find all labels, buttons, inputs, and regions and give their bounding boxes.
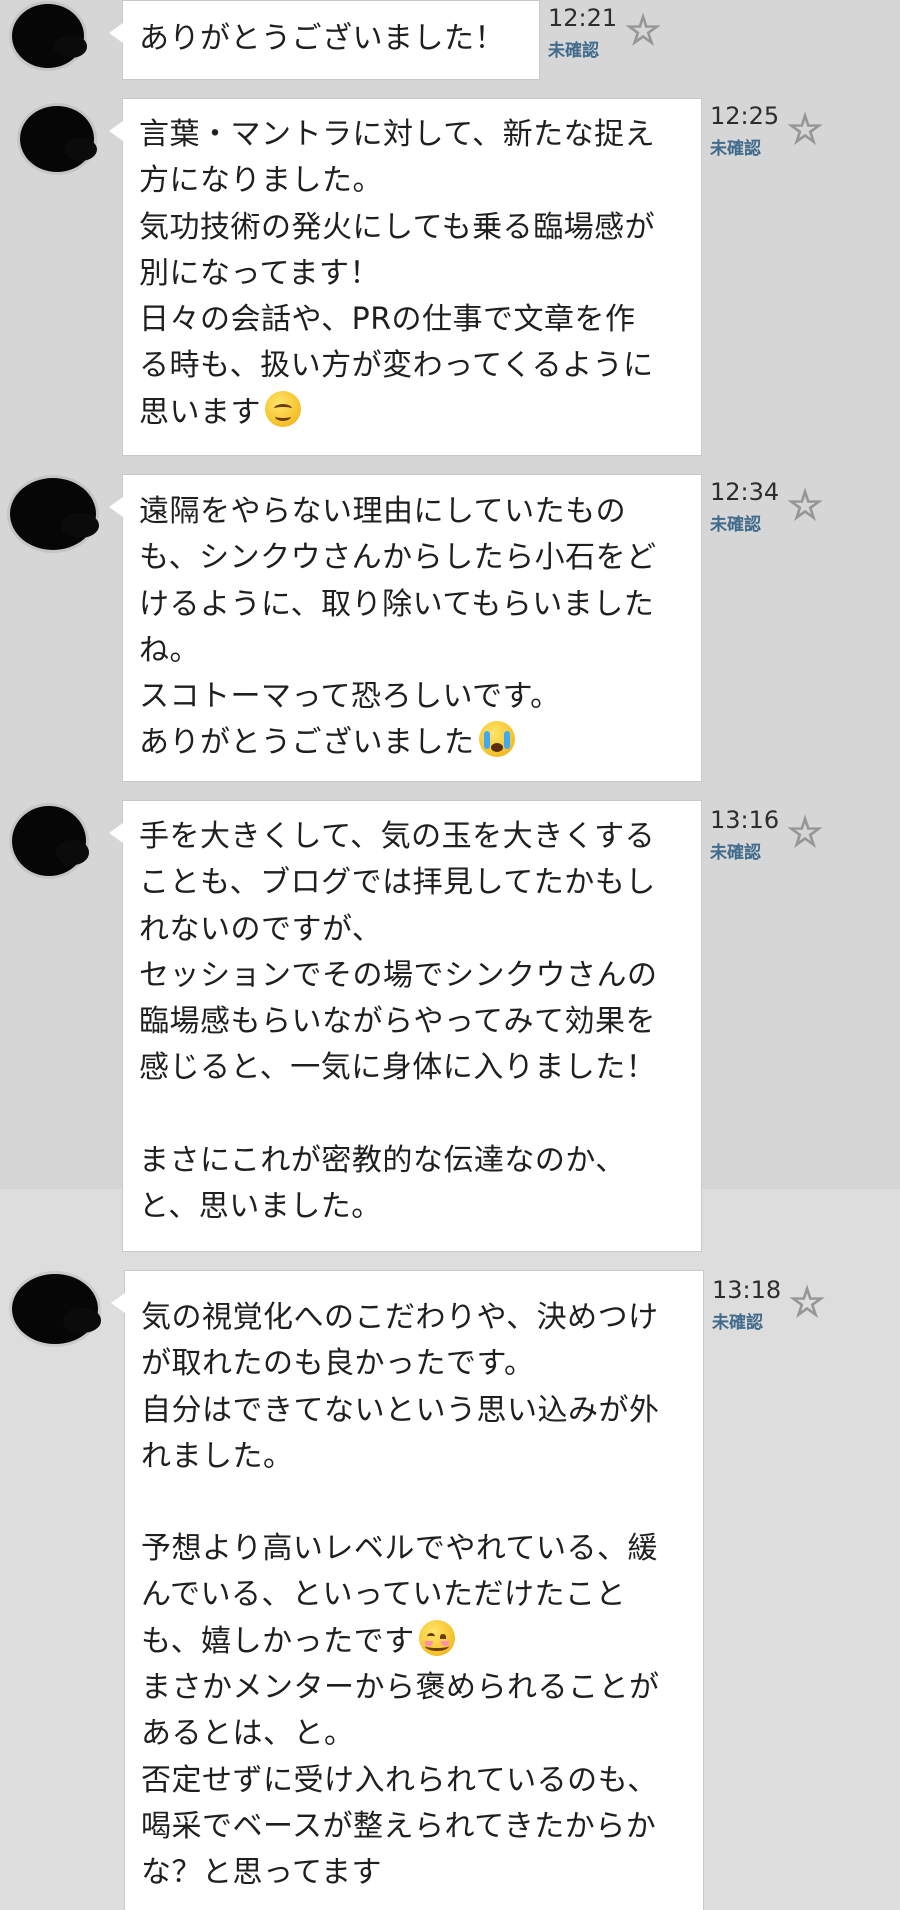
message-2: 言葉・マントラに対して、新たな捉え 方になりました。 気功技術の発火にしても乗る… bbox=[0, 98, 900, 456]
avatar[interactable] bbox=[12, 4, 87, 68]
message-line: も、嬉しかったです bbox=[141, 1619, 687, 1665]
message-time: 12:25 bbox=[710, 102, 780, 130]
message-line: 思います bbox=[139, 390, 685, 436]
message-5: 気の視覚化へのこだわりや、決めつけ が取れたのも良かったです。 自分はできてない… bbox=[0, 1270, 900, 1910]
avatar[interactable] bbox=[12, 1274, 102, 1344]
message-time: 13:16 bbox=[710, 806, 780, 834]
message-line: 喝采でベースが整えられてきたからか bbox=[141, 1808, 657, 1844]
message-line: れました。 bbox=[141, 1438, 294, 1474]
message-line: 手を大きくして、気の玉を大きくする bbox=[139, 819, 656, 854]
message-line: けるように、取り除いてもらいました bbox=[139, 586, 655, 622]
message-line: セッションでその場でシンクウさんの bbox=[139, 957, 658, 993]
star-icon[interactable]: ☆ bbox=[784, 485, 826, 528]
message-bubble[interactable]: ありがとうございました！ bbox=[109, 0, 540, 80]
message-line: 感じると、一気に身体に入りました！ bbox=[139, 1050, 657, 1086]
message-time: 13:18 bbox=[712, 1276, 782, 1304]
star-icon[interactable]: ☆ bbox=[786, 1282, 828, 1325]
message-line: 自分はできてないという思い込みが外 bbox=[141, 1392, 660, 1428]
message-line: 日々の会話や、PRの仕事で文章を作 bbox=[139, 302, 636, 338]
message-text-end: も、嬉しかったです bbox=[141, 1623, 415, 1659]
message-bubble[interactable]: 手を大きくして、気の玉を大きくする ことも、ブログでは拝見してたかもし れないの… bbox=[109, 800, 702, 1252]
message-line: な？と思ってます bbox=[141, 1855, 382, 1891]
message-line: も、シンクウさんからしたら小石をど bbox=[139, 540, 657, 576]
message-line: あるとは、と。 bbox=[141, 1716, 355, 1752]
message-time: 12:21 bbox=[548, 4, 618, 32]
message-bubble[interactable]: 遠隔をやらない理由にしていたもの も、シンクウさんからしたら小石をど けるように… bbox=[109, 474, 702, 782]
read-status: 未確認 bbox=[548, 41, 599, 61]
message-line: が取れたのも良かったです。 bbox=[141, 1346, 535, 1382]
star-icon[interactable]: ☆ bbox=[622, 10, 664, 53]
read-status: 未確認 bbox=[710, 515, 761, 535]
message-line: まさかメンターから褒められることが bbox=[141, 1670, 660, 1706]
message-line: 臨場感もらいながらやってみて効果を bbox=[139, 1004, 656, 1040]
message-line: スコトーマって恐ろしいです。 bbox=[139, 679, 561, 715]
message-line: 予想より高いレベルでやれている、緩 bbox=[141, 1531, 658, 1567]
message-line: ありがとうございました bbox=[139, 720, 685, 766]
message-line: 別になってます！ bbox=[139, 255, 380, 291]
message-text-end: ありがとうございました bbox=[139, 725, 475, 761]
message-line: 否定せずに受け入れられているのも、 bbox=[141, 1762, 658, 1798]
avatar[interactable] bbox=[10, 478, 100, 550]
star-icon[interactable]: ☆ bbox=[784, 109, 826, 152]
avatar[interactable] bbox=[12, 806, 89, 876]
star-icon[interactable]: ☆ bbox=[784, 812, 826, 855]
message-line: 方になりました。 bbox=[139, 163, 383, 199]
message-time: 12:34 bbox=[710, 478, 780, 506]
message-line: んでいる、といっていただけたこと bbox=[141, 1577, 626, 1613]
message-text: ありがとうございました！ bbox=[139, 21, 505, 56]
crying-face-icon bbox=[478, 721, 515, 758]
message-line: ことも、ブログでは拝見してたかもし bbox=[139, 865, 656, 901]
message-3: 遠隔をやらない理由にしていたもの も、シンクウさんからしたら小石をど けるように… bbox=[0, 474, 900, 782]
message-bubble[interactable]: 言葉・マントラに対して、新たな捉え 方になりました。 気功技術の発火にしても乗る… bbox=[109, 98, 702, 456]
smiling-face-icon bbox=[265, 390, 301, 427]
read-status: 未確認 bbox=[710, 843, 761, 863]
chat-screen: ありがとうございました！ 12:21 未確認 ☆ 言葉・マントラに対して、新たな… bbox=[0, 0, 900, 1910]
message-line: る時も、扱い方が変わってくるように bbox=[139, 348, 654, 384]
message-4: 手を大きくして、気の玉を大きくする ことも、ブログでは拝見してたかもし れないの… bbox=[0, 800, 900, 1252]
message-line: ね。 bbox=[139, 632, 200, 668]
message-line: れないのですが、 bbox=[139, 911, 383, 947]
avatar[interactable] bbox=[20, 106, 97, 172]
message-line: 気功技術の発火にしても乗る臨場感が bbox=[139, 209, 656, 245]
message-text-end: 思います bbox=[139, 394, 261, 430]
message-line: まさにこれが密教的な伝達なのか、 bbox=[139, 1142, 626, 1178]
message-line: 言葉・マントラに対して、新たな捉え bbox=[139, 117, 656, 152]
message-1: ありがとうございました！ 12:21 未確認 ☆ bbox=[0, 0, 900, 80]
message-line: と、思いました。 bbox=[139, 1189, 382, 1225]
read-status: 未確認 bbox=[712, 1313, 763, 1333]
blushing-face-icon bbox=[418, 1619, 455, 1656]
read-status: 未確認 bbox=[710, 139, 761, 159]
message-bubble[interactable]: 気の視覚化へのこだわりや、決めつけ が取れたのも良かったです。 自分はできてない… bbox=[111, 1270, 704, 1910]
message-line: 気の視覚化へのこだわりや、決めつけ bbox=[141, 1300, 659, 1335]
message-line: 遠隔をやらない理由にしていたもの bbox=[139, 494, 627, 529]
